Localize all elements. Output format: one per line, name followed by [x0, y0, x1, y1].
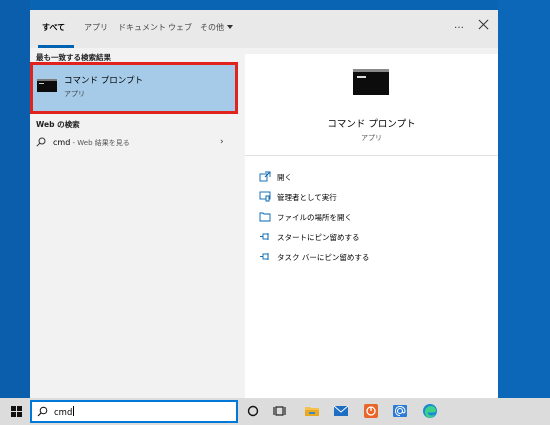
action-open-label: 開く: [277, 173, 292, 182]
search-tabs-bar: すべて アプリ ドキュメント ウェブ その他 …: [30, 10, 498, 48]
tab-more[interactable]: その他: [200, 22, 233, 33]
command-prompt-icon-large: [353, 69, 389, 95]
web-search-suffix: - Web 結果を見る: [70, 139, 130, 147]
chevron-down-icon: [227, 25, 233, 29]
pin-icon: [260, 253, 269, 260]
action-pin-to-taskbar-label: タスク バーにピン留めする: [277, 253, 370, 262]
search-icon: [37, 406, 48, 417]
search-icon: [36, 137, 46, 147]
task-view-icon[interactable]: [273, 403, 289, 419]
open-icon: [259, 171, 271, 182]
mail-at-icon[interactable]: [392, 403, 408, 419]
results-list: 最も一致する検索結果 コマンド プロンプト アプリ Web の検索 cmd - …: [30, 48, 240, 398]
web-search-heading: Web の検索: [36, 120, 80, 129]
best-match-subtitle: アプリ: [64, 90, 85, 98]
detail-subtitle: アプリ: [361, 134, 382, 142]
windows-icon[interactable]: [11, 406, 22, 417]
action-open[interactable]: 開く: [259, 170, 489, 184]
chevron-right-icon[interactable]: ›: [220, 137, 224, 147]
search-panel: すべて アプリ ドキュメント ウェブ その他 … 最も一致する検索結果 コマンド…: [30, 10, 498, 398]
action-open-file-location[interactable]: ファイルの場所を開く: [259, 210, 489, 224]
folder-icon: [259, 212, 271, 222]
taskbar-search-input[interactable]: cmd: [30, 400, 238, 423]
best-match-title: コマンド プロンプト: [64, 76, 143, 86]
desktop-background: [0, 0, 30, 398]
mail-icon[interactable]: [333, 403, 349, 419]
tab-all[interactable]: すべて: [42, 22, 65, 33]
tab-apps[interactable]: アプリ: [84, 22, 108, 33]
tab-more-label: その他: [200, 23, 224, 32]
detail-pane: コマンド プロンプト アプリ 開く 管理者として実行 ファイルの場所を開く スタ…: [245, 54, 498, 398]
command-prompt-icon: [37, 79, 57, 92]
cortana-icon[interactable]: [245, 403, 261, 419]
action-pin-to-taskbar[interactable]: タスク バーにピン留めする: [259, 250, 489, 264]
detail-title: コマンド プロンプト: [327, 119, 416, 130]
pin-icon: [260, 233, 269, 240]
text-cursor: [73, 406, 75, 416]
more-options-button[interactable]: …: [454, 20, 465, 31]
web-search-query: cmd: [53, 138, 71, 147]
search-input-value: cmd: [54, 408, 73, 418]
desktop-background-right: [498, 0, 550, 398]
app-icon[interactable]: [363, 403, 379, 419]
run-as-admin-icon: [259, 191, 271, 202]
divider: [245, 155, 498, 156]
action-pin-to-start[interactable]: スタートにピン留めする: [259, 230, 489, 244]
tab-documents[interactable]: ドキュメント: [118, 22, 166, 33]
selection-highlight: [30, 62, 238, 114]
edge-icon[interactable]: [422, 403, 438, 419]
action-run-as-admin-label: 管理者として実行: [277, 193, 337, 202]
close-icon[interactable]: [476, 17, 492, 33]
action-pin-to-start-label: スタートにピン留めする: [277, 233, 360, 242]
web-search-item[interactable]: cmd - Web 結果を見る ›: [30, 132, 238, 154]
best-match-item[interactable]: コマンド プロンプト アプリ: [30, 62, 238, 114]
action-run-as-admin[interactable]: 管理者として実行: [259, 190, 489, 204]
file-explorer-icon[interactable]: [304, 403, 320, 419]
tab-web[interactable]: ウェブ: [168, 22, 192, 33]
action-open-file-location-label: ファイルの場所を開く: [277, 213, 352, 222]
taskbar: cmd: [0, 398, 550, 425]
